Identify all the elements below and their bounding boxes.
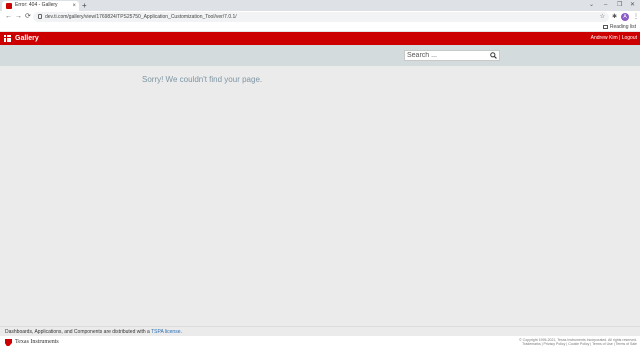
browser-tab[interactable]: Error: 404 - Gallery ×	[2, 1, 79, 11]
url-text[interactable]: dev.ti.com/gallery/view/1769824/TPS25750…	[45, 13, 237, 21]
site-footer: Texas Instruments © Copyright 1995-2021,…	[0, 336, 640, 348]
extensions-icon[interactable]: ✱	[612, 11, 617, 23]
app-launcher-grid-icon[interactable]	[4, 35, 11, 42]
main-content: Sorry! We couldn't find your page.	[0, 66, 640, 326]
browser-menu-icon[interactable]: ⋮	[633, 11, 639, 23]
maximize-button[interactable]: ❐	[617, 0, 622, 11]
search-input[interactable]	[407, 51, 487, 60]
profile-avatar[interactable]: A	[621, 13, 629, 21]
user-separator: |	[619, 35, 621, 41]
license-notice: Dashboards, Applications, and Components…	[0, 326, 640, 336]
tspa-license-link[interactable]: TSPA license	[151, 329, 180, 335]
ti-favicon-icon	[6, 3, 12, 9]
reading-list-button[interactable]: Reading list	[602, 24, 636, 30]
search-box	[404, 50, 500, 61]
forward-button[interactable]: →	[15, 11, 22, 23]
back-button[interactable]: ←	[5, 11, 12, 23]
close-window-button[interactable]: ✕	[630, 0, 635, 11]
browser-toolbar: ← → ⟳ dev.ti.com/gallery/view/1769824/TP…	[0, 11, 640, 23]
minimize-button[interactable]: –	[604, 0, 607, 11]
search-icon[interactable]	[490, 52, 497, 59]
browser-tab-strip: Error: 404 - Gallery × + ⌄ – ❐ ✕	[0, 0, 640, 11]
reading-list-label: Reading list	[609, 24, 636, 30]
bookmark-star-icon[interactable]: ☆	[600, 12, 605, 22]
bookmarks-bar: Reading list	[0, 23, 640, 32]
legal-links[interactable]: Trademarks | Privacy Policy | Cookie Pol…	[519, 342, 637, 346]
user-menu: Andrew Kim | Logout	[591, 35, 637, 42]
ti-logo-icon[interactable]	[5, 339, 12, 346]
lock-icon	[38, 14, 42, 19]
company-name[interactable]: Texas Instruments	[15, 339, 59, 346]
user-name[interactable]: Andrew Kim	[591, 35, 618, 41]
app-header: Gallery Andrew Kim | Logout	[0, 32, 640, 45]
search-strip	[0, 45, 640, 66]
reading-list-icon	[602, 24, 608, 29]
app-title[interactable]: Gallery	[15, 34, 39, 43]
copyright-block: © Copyright 1995-2021, Texas Instruments…	[519, 338, 637, 346]
license-notice-text: Dashboards, Applications, and Components…	[5, 329, 182, 335]
tab-search-icon[interactable]: ⌄	[589, 0, 594, 11]
new-tab-button[interactable]: +	[82, 0, 87, 11]
not-found-message: Sorry! We couldn't find your page.	[142, 75, 263, 84]
logout-link[interactable]: Logout	[622, 35, 637, 41]
license-notice-suffix: .	[180, 329, 182, 335]
reload-button[interactable]: ⟳	[25, 11, 31, 23]
tab-title: Error: 404 - Gallery	[15, 2, 58, 8]
license-notice-prefix: Dashboards, Applications, and Components…	[5, 329, 152, 335]
close-tab-icon[interactable]: ×	[72, 1, 76, 11]
address-bar[interactable]: dev.ti.com/gallery/view/1769824/TPS25750…	[33, 12, 609, 22]
